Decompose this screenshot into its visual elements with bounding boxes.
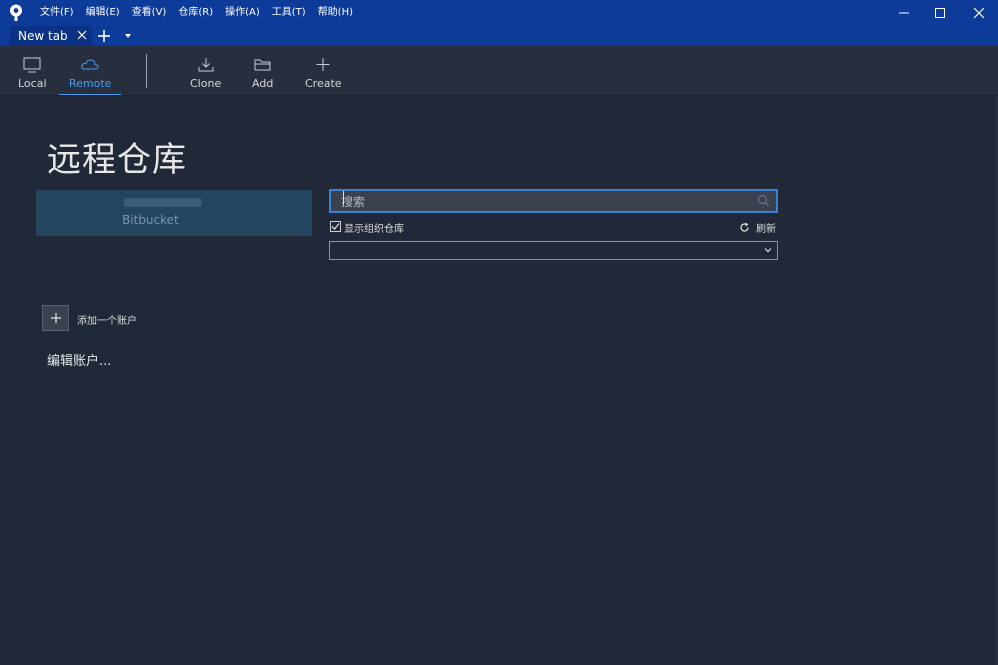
- refresh-icon: [740, 222, 749, 232]
- add-tab-button[interactable]: [92, 26, 116, 46]
- monitor-icon: [23, 57, 41, 73]
- page-title: 远程仓库: [47, 140, 187, 180]
- close-icon: [973, 7, 985, 19]
- clone-label: Clone: [190, 77, 222, 90]
- local-label: Local: [18, 77, 47, 90]
- search-placeholder: 搜索: [341, 194, 366, 209]
- edit-accounts-link[interactable]: 编辑账户...: [47, 350, 111, 369]
- add-label: Add: [252, 77, 274, 90]
- clone-button[interactable]: Clone: [190, 56, 221, 90]
- menu-file[interactable]: 文件(F): [34, 0, 80, 26]
- account-filter-select[interactable]: [329, 241, 778, 260]
- minimize-button[interactable]: [886, 0, 922, 26]
- show-org-repos-checkbox[interactable]: [330, 221, 341, 232]
- menu-bar: 文件(F) 编辑(E) 查看(V) 仓库(R) 操作(A) 工具(T) 帮助(H…: [34, 0, 359, 26]
- tab-new-tab[interactable]: New tab: [10, 26, 92, 46]
- sourcetree-logo-icon: [10, 4, 22, 21]
- show-org-repos-label: 显示组织仓库: [344, 224, 404, 235]
- add-account-button[interactable]: [42, 305, 69, 331]
- search-icon: [757, 194, 770, 207]
- tab-dropdown-button[interactable]: [116, 26, 140, 46]
- remote-button[interactable]: Remote: [58, 56, 123, 95]
- menu-tools[interactable]: 工具(T): [266, 0, 312, 26]
- title-bar: 文件(F) 编辑(E) 查看(V) 仓库(R) 操作(A) 工具(T) 帮助(H…: [0, 0, 998, 26]
- refresh-label: 刷新: [756, 224, 776, 235]
- refresh-button[interactable]: 刷新: [739, 220, 776, 235]
- folder-icon: [254, 59, 271, 71]
- maximize-icon: [935, 8, 945, 18]
- account-card-bitbucket[interactable]: Bitbucket: [36, 190, 312, 236]
- caret-down-icon: [125, 34, 131, 38]
- add-account-label: 添加一个账户: [77, 316, 137, 327]
- checkmark-icon: [331, 223, 340, 230]
- cloud-icon: [81, 59, 99, 70]
- menu-repository[interactable]: 仓库(R): [172, 0, 219, 26]
- plus-icon: [50, 313, 61, 323]
- download-icon: [198, 58, 214, 72]
- chevron-down-icon: [764, 248, 772, 253]
- close-tab-icon[interactable]: [76, 29, 88, 41]
- account-name-redacted: [124, 198, 202, 207]
- menu-help[interactable]: 帮助(H): [312, 0, 359, 26]
- menu-actions[interactable]: 操作(A): [219, 0, 266, 26]
- toolbar: Local Remote Clone Add Create: [0, 46, 998, 96]
- search-input[interactable]: 搜索: [329, 189, 778, 213]
- plus-icon: [316, 58, 330, 71]
- plus-icon: [98, 30, 110, 42]
- tab-strip: New tab: [0, 26, 998, 46]
- create-button[interactable]: Create: [305, 56, 342, 90]
- add-button[interactable]: Add: [252, 56, 273, 90]
- maximize-button[interactable]: [922, 0, 958, 26]
- local-button[interactable]: Local: [18, 56, 47, 90]
- close-window-button[interactable]: [961, 0, 997, 26]
- menu-edit[interactable]: 编辑(E): [80, 0, 126, 26]
- tab-label: New tab: [18, 29, 68, 43]
- menu-view[interactable]: 查看(V): [126, 0, 173, 26]
- account-provider-label: Bitbucket: [122, 213, 179, 227]
- minimize-icon: [899, 12, 909, 14]
- text-caret: [343, 191, 344, 205]
- toolbar-separator: [146, 54, 147, 88]
- remote-label: Remote: [69, 77, 112, 90]
- create-label: Create: [305, 77, 342, 90]
